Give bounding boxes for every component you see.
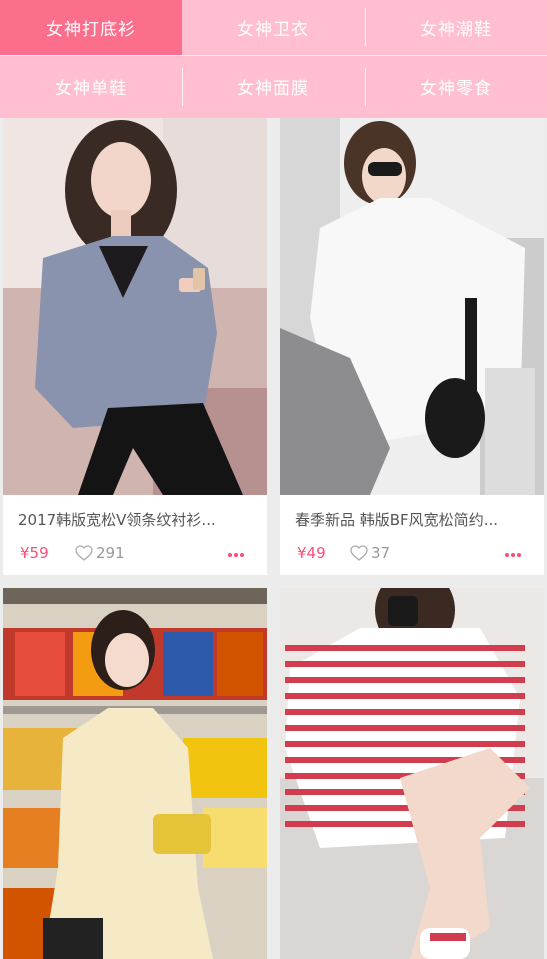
tab-women-snacks[interactable]: 女神零食 [365, 59, 547, 114]
tab-women-hoodie[interactable]: 女神卫衣 [182, 0, 364, 55]
product-card[interactable]: 2017韩版宽松V领条纹衬衫... ¥59 291 [3, 118, 267, 575]
heart-outline-icon[interactable] [350, 545, 368, 561]
like-count-text: 291 [96, 544, 125, 562]
tab-women-single-shoes[interactable]: 女神单鞋 [0, 59, 182, 114]
product-card[interactable] [3, 588, 267, 959]
product-image[interactable] [3, 118, 267, 495]
product-image[interactable] [3, 588, 267, 959]
product-title[interactable]: 春季新品 韩版BF风宽松简约... [295, 509, 531, 530]
product-price: ¥59 [20, 544, 49, 562]
tab-divider [365, 68, 366, 106]
three-dots-icon[interactable] [226, 553, 244, 557]
like-count-text: 37 [371, 544, 391, 562]
product-card[interactable]: 春季新品 韩版BF风宽松简约... ¥49 37 [280, 118, 544, 575]
heart-outline-icon[interactable] [75, 545, 93, 561]
product-image[interactable] [280, 588, 544, 959]
tab-women-base-shirt[interactable]: 女神打底衫 [0, 0, 182, 55]
product-card[interactable] [280, 588, 544, 959]
tab-divider [365, 8, 366, 46]
like-count[interactable]: 37 [350, 544, 390, 562]
category-tab-bar: 女神打底衫 女神卫衣 女神潮鞋 女神单鞋 女神面膜 女神零食 [0, 0, 547, 118]
like-count[interactable]: 291 [75, 544, 125, 562]
product-info: 春季新品 韩版BF风宽松简约... ¥49 37 [280, 495, 544, 575]
tab-divider [182, 68, 183, 106]
tab-women-trendy-shoes[interactable]: 女神潮鞋 [365, 0, 547, 55]
product-info: 2017韩版宽松V领条纹衬衫... ¥59 291 [3, 495, 267, 575]
three-dots-icon[interactable] [503, 553, 521, 557]
tab-row-divider [0, 55, 547, 56]
product-title[interactable]: 2017韩版宽松V领条纹衬衫... [18, 509, 254, 530]
product-image[interactable] [280, 118, 544, 495]
product-price: ¥49 [297, 544, 326, 562]
tab-women-face-mask[interactable]: 女神面膜 [182, 59, 364, 114]
